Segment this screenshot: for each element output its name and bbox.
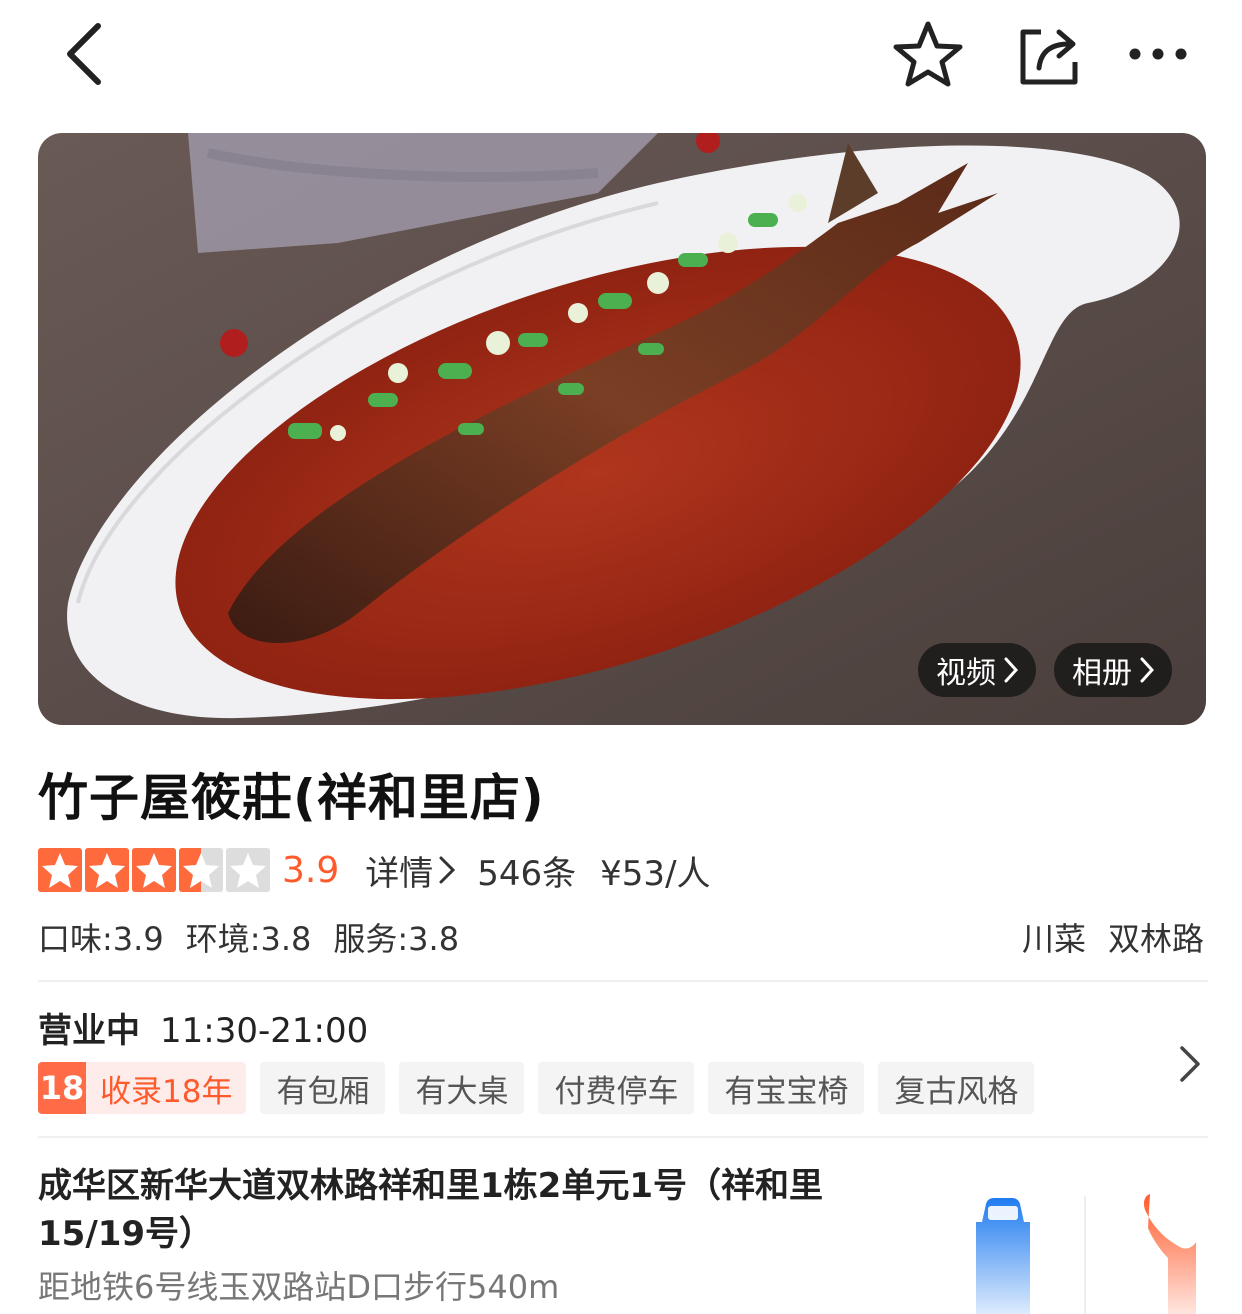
rating-star (85, 848, 129, 892)
years-badge: 18 收录18年 (38, 1062, 247, 1114)
chevron-right-icon[interactable] (1172, 1042, 1208, 1086)
review-count[interactable]: 546条 (477, 846, 576, 895)
years-text: 收录18年 (100, 1073, 233, 1110)
rating-score: 3.9 (282, 849, 340, 891)
rating-star (38, 848, 82, 892)
environment-score: 环境:3.8 (185, 920, 312, 958)
price-per-person: ¥53/人 (600, 853, 711, 894)
detail-label: 详情 (365, 853, 434, 894)
sub-scores-row: 口味:3.9 环境:3.8 服务:3.8 川菜 双林路 (38, 914, 1204, 960)
favorite-button[interactable] (886, 14, 970, 94)
tag-paid-parking: 付费停车 (538, 1062, 695, 1114)
rating-star (226, 848, 270, 892)
album-button[interactable]: 相册 (1054, 643, 1172, 697)
divider (38, 1136, 1208, 1138)
years-number: 18 (38, 1062, 86, 1114)
phone-icon[interactable] (1138, 1188, 1198, 1314)
video-label: 视频 (936, 656, 996, 691)
fish-dish-photo (38, 133, 1206, 725)
chevron-right-icon (439, 856, 456, 884)
chevron-left-icon (67, 23, 101, 85)
business-hours: 营业中 11:30-21:00 (38, 1003, 368, 1052)
back-button[interactable] (52, 14, 116, 94)
shop-address[interactable]: 成华区新华大道双林路祥和里1栋2单元1号（祥和里15/19号） (38, 1162, 898, 1258)
tag-baby-chair: 有宝宝椅 (708, 1062, 865, 1114)
star-rating (38, 848, 270, 892)
hero-photo[interactable]: 视频 相册 (38, 133, 1206, 725)
album-label: 相册 (1072, 656, 1132, 691)
divider (1084, 1196, 1086, 1314)
open-time: 11:30-21:00 (160, 1011, 369, 1051)
cuisine-label[interactable]: 川菜 (1022, 920, 1086, 958)
taste-score: 口味:3.9 (38, 920, 164, 958)
open-status: 营业中 (38, 1011, 140, 1051)
video-button[interactable]: 视频 (918, 643, 1036, 697)
more-dots-icon (1129, 48, 1187, 60)
car-route-icon[interactable] (972, 1192, 1034, 1314)
area-label[interactable]: 双林路 (1108, 920, 1204, 958)
chevron-right-icon (1004, 657, 1018, 683)
share-icon (1020, 29, 1078, 85)
share-button[interactable] (1006, 14, 1090, 94)
tag-retro-style: 复古风格 (878, 1062, 1035, 1114)
top-nav-bar (0, 0, 1242, 110)
rating-detail-link[interactable]: 详情 (365, 846, 456, 895)
metro-distance: 距地铁6号线玉双路站D口步行540m (38, 1268, 560, 1306)
chevron-right-icon (1140, 657, 1154, 683)
more-button[interactable] (1120, 14, 1196, 94)
feature-tags[interactable]: 18 收录18年 有包厢 有大桌 付费停车 有宝宝椅 复古风格 (38, 1062, 1035, 1114)
rating-row: 3.9 详情 546条 ¥53/人 (38, 846, 711, 894)
tag-large-table: 有大桌 (399, 1062, 525, 1114)
rating-star (179, 848, 223, 892)
divider (38, 980, 1208, 982)
service-score: 服务:3.8 (333, 920, 460, 958)
tag-private-room: 有包厢 (260, 1062, 386, 1114)
rating-star (132, 848, 176, 892)
shop-name: 竹子屋筱莊(祥和里店) (38, 769, 545, 827)
star-outline-icon (893, 21, 963, 87)
